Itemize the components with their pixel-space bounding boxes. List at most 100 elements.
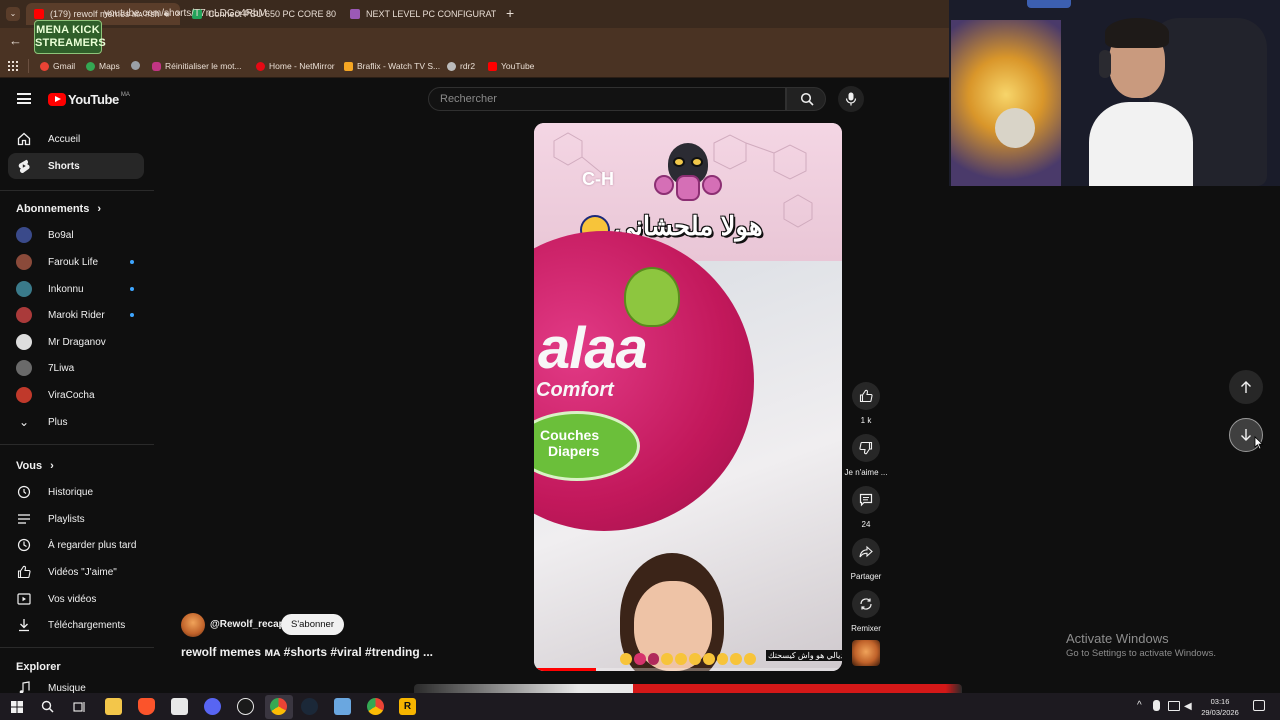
channel-avatar bbox=[16, 281, 32, 297]
sidebar-item-label: ViraCocha bbox=[48, 389, 95, 401]
voice-search-button[interactable] bbox=[838, 86, 864, 112]
sidebar-item-liked-videos[interactable]: Vidéos "J'aime" bbox=[8, 559, 144, 585]
bookmark-braflix[interactable]: Braflix - Watch TV S... bbox=[344, 61, 440, 71]
search-button[interactable] bbox=[786, 87, 826, 111]
channel-avatar bbox=[16, 360, 32, 376]
history-icon bbox=[16, 484, 32, 500]
youtube-logo[interactable]: YouTube MA bbox=[48, 92, 130, 107]
clock-time[interactable]: 03:16 bbox=[1205, 697, 1235, 706]
bookmark-label: Maps bbox=[99, 61, 120, 71]
steam-icon[interactable] bbox=[301, 698, 318, 715]
bookmark-instagram[interactable]: Réinitialiser le mot... bbox=[152, 61, 242, 71]
previous-short-button[interactable] bbox=[1229, 370, 1263, 404]
tab-list-dropdown[interactable]: ⌄ bbox=[6, 7, 20, 21]
short-video-player[interactable]: C-H هولا ملحشاني alaa Comfort Couches Di… bbox=[534, 123, 842, 671]
remix-button[interactable] bbox=[852, 590, 880, 618]
like-icon bbox=[859, 389, 873, 403]
discord-icon[interactable] bbox=[204, 698, 221, 715]
sidebar-item-subscription[interactable]: ViraCocha bbox=[8, 382, 144, 408]
short-video-frame: alaa Comfort Couches Diapers ديالي هو وا… bbox=[534, 231, 842, 671]
like-icon bbox=[16, 564, 32, 580]
streamer-hair bbox=[1105, 18, 1169, 48]
sidebar-item-downloads[interactable]: Téléchargements bbox=[8, 612, 144, 638]
dislike-button[interactable] bbox=[852, 434, 880, 462]
sidebar-item-subscription[interactable]: 7Liwa bbox=[8, 355, 144, 381]
bookmark-gmail[interactable]: Gmail bbox=[40, 61, 75, 71]
sidebar-item-home[interactable]: Accueil bbox=[8, 126, 144, 152]
you-heading[interactable]: Vous › bbox=[16, 460, 54, 472]
sidebar-item-watch-later[interactable]: À regarder plus tard bbox=[8, 532, 144, 558]
dislike-label: Je n'aime ... bbox=[844, 468, 888, 477]
chrome-icon[interactable] bbox=[270, 698, 287, 715]
bookmark-netmirror[interactable]: Home - NetMirror bbox=[256, 61, 335, 71]
bookmark-rdr2[interactable]: rdr2 bbox=[447, 61, 475, 71]
channel-name[interactable]: @Rewolf_recap bbox=[210, 619, 285, 630]
playlists-icon bbox=[16, 511, 32, 527]
sidebar-item-history[interactable]: Historique bbox=[8, 479, 144, 505]
sidebar-item-more[interactable]: ⌄ Plus bbox=[8, 409, 144, 435]
calculator-icon[interactable] bbox=[171, 698, 188, 715]
activate-windows-subtitle: Go to Settings to activate Windows. bbox=[1066, 648, 1216, 659]
home-icon bbox=[16, 131, 32, 147]
subscribe-button[interactable]: S'abonner bbox=[281, 614, 344, 635]
comment-button[interactable] bbox=[852, 486, 880, 514]
file-explorer-icon[interactable] bbox=[105, 698, 122, 715]
sidebar-item-label: À regarder plus tard bbox=[48, 539, 137, 551]
sidebar-item-label: Plus bbox=[48, 416, 68, 428]
bookmark-youtube[interactable]: YouTube bbox=[488, 61, 534, 71]
search-icon[interactable] bbox=[39, 698, 56, 715]
sidebar-item-shorts[interactable]: Shorts bbox=[8, 153, 144, 179]
skull-figure bbox=[995, 108, 1035, 148]
notification-icon[interactable] bbox=[1253, 700, 1265, 711]
subscriptions-heading[interactable]: Abonnements › bbox=[16, 203, 101, 215]
sidebar-item-playlists[interactable]: Playlists bbox=[8, 506, 144, 532]
video-title[interactable]: rewolf memes ᴍᴀ #shorts #viral #trending… bbox=[181, 645, 433, 659]
apps-grid-icon[interactable] bbox=[8, 61, 18, 71]
tab-next-level-pc[interactable]: NEXT LEVEL PC CONFIGURATE × bbox=[342, 3, 496, 25]
sidebar-item-subscription[interactable]: Mr Draganov bbox=[8, 329, 144, 355]
video-progress-bar[interactable] bbox=[534, 668, 842, 671]
chevron-right-icon: › bbox=[50, 460, 54, 472]
couches-text: Couches bbox=[540, 427, 600, 443]
back-arrow-icon[interactable]: ← bbox=[9, 33, 22, 48]
like-button[interactable] bbox=[852, 382, 880, 410]
channel-avatar[interactable] bbox=[181, 613, 205, 637]
chrome-profile-icon[interactable] bbox=[367, 698, 384, 715]
gas-mask-emoji-icon bbox=[652, 141, 724, 213]
task-view-icon[interactable] bbox=[71, 698, 88, 715]
network-icon[interactable] bbox=[1168, 701, 1180, 711]
microphone-icon bbox=[845, 92, 857, 106]
sidebar-item-your-videos[interactable]: Vos vidéos bbox=[8, 586, 144, 612]
sidebar-item-label: Shorts bbox=[48, 160, 80, 172]
clock-date[interactable]: 29/03/2026 bbox=[1197, 708, 1243, 717]
show-hidden-icons-chevron-icon[interactable]: ^ bbox=[1137, 700, 1142, 711]
new-content-dot bbox=[130, 313, 134, 317]
rockstar-games-icon[interactable]: R bbox=[399, 698, 416, 715]
region-code: MA bbox=[120, 91, 130, 98]
brave-browser-icon[interactable] bbox=[138, 698, 155, 715]
comment-icon bbox=[859, 493, 873, 507]
subscriptions-title: Abonnements bbox=[16, 203, 90, 215]
sidebar-item-subscription[interactable]: Maroki Rider bbox=[8, 302, 144, 328]
bookmark-maps[interactable]: Maps bbox=[86, 61, 120, 71]
sound-thumbnail[interactable] bbox=[852, 640, 880, 666]
tab-close-icon[interactable]: × bbox=[336, 8, 338, 20]
menu-hamburger-icon[interactable] bbox=[17, 93, 31, 104]
url-field[interactable] bbox=[96, 31, 936, 53]
sidebar-item-subscription[interactable]: Bo9al bbox=[8, 222, 144, 248]
share-button[interactable] bbox=[852, 538, 880, 566]
sidebar-item-subscription[interactable]: Inkonnu bbox=[8, 276, 144, 302]
sidebar-item-subscription[interactable]: Farouk Life bbox=[8, 249, 144, 275]
microphone-tray-icon[interactable] bbox=[1153, 700, 1160, 711]
bookmark-globe[interactable] bbox=[131, 61, 144, 70]
search-placeholder: Rechercher bbox=[440, 93, 497, 105]
new-tab-button[interactable]: + bbox=[506, 5, 514, 21]
dislike-icon bbox=[859, 441, 873, 455]
rockstar-launcher-icon[interactable] bbox=[237, 698, 254, 715]
volume-icon[interactable]: ◀︎ bbox=[1184, 701, 1192, 712]
notepad-icon[interactable] bbox=[334, 698, 351, 715]
sidebar-item-label: Vos vidéos bbox=[48, 593, 97, 605]
windows-start-icon[interactable] bbox=[8, 698, 25, 715]
sidebar-item-label: 7Liwa bbox=[48, 362, 75, 374]
remix-label: Remixer bbox=[851, 624, 881, 633]
